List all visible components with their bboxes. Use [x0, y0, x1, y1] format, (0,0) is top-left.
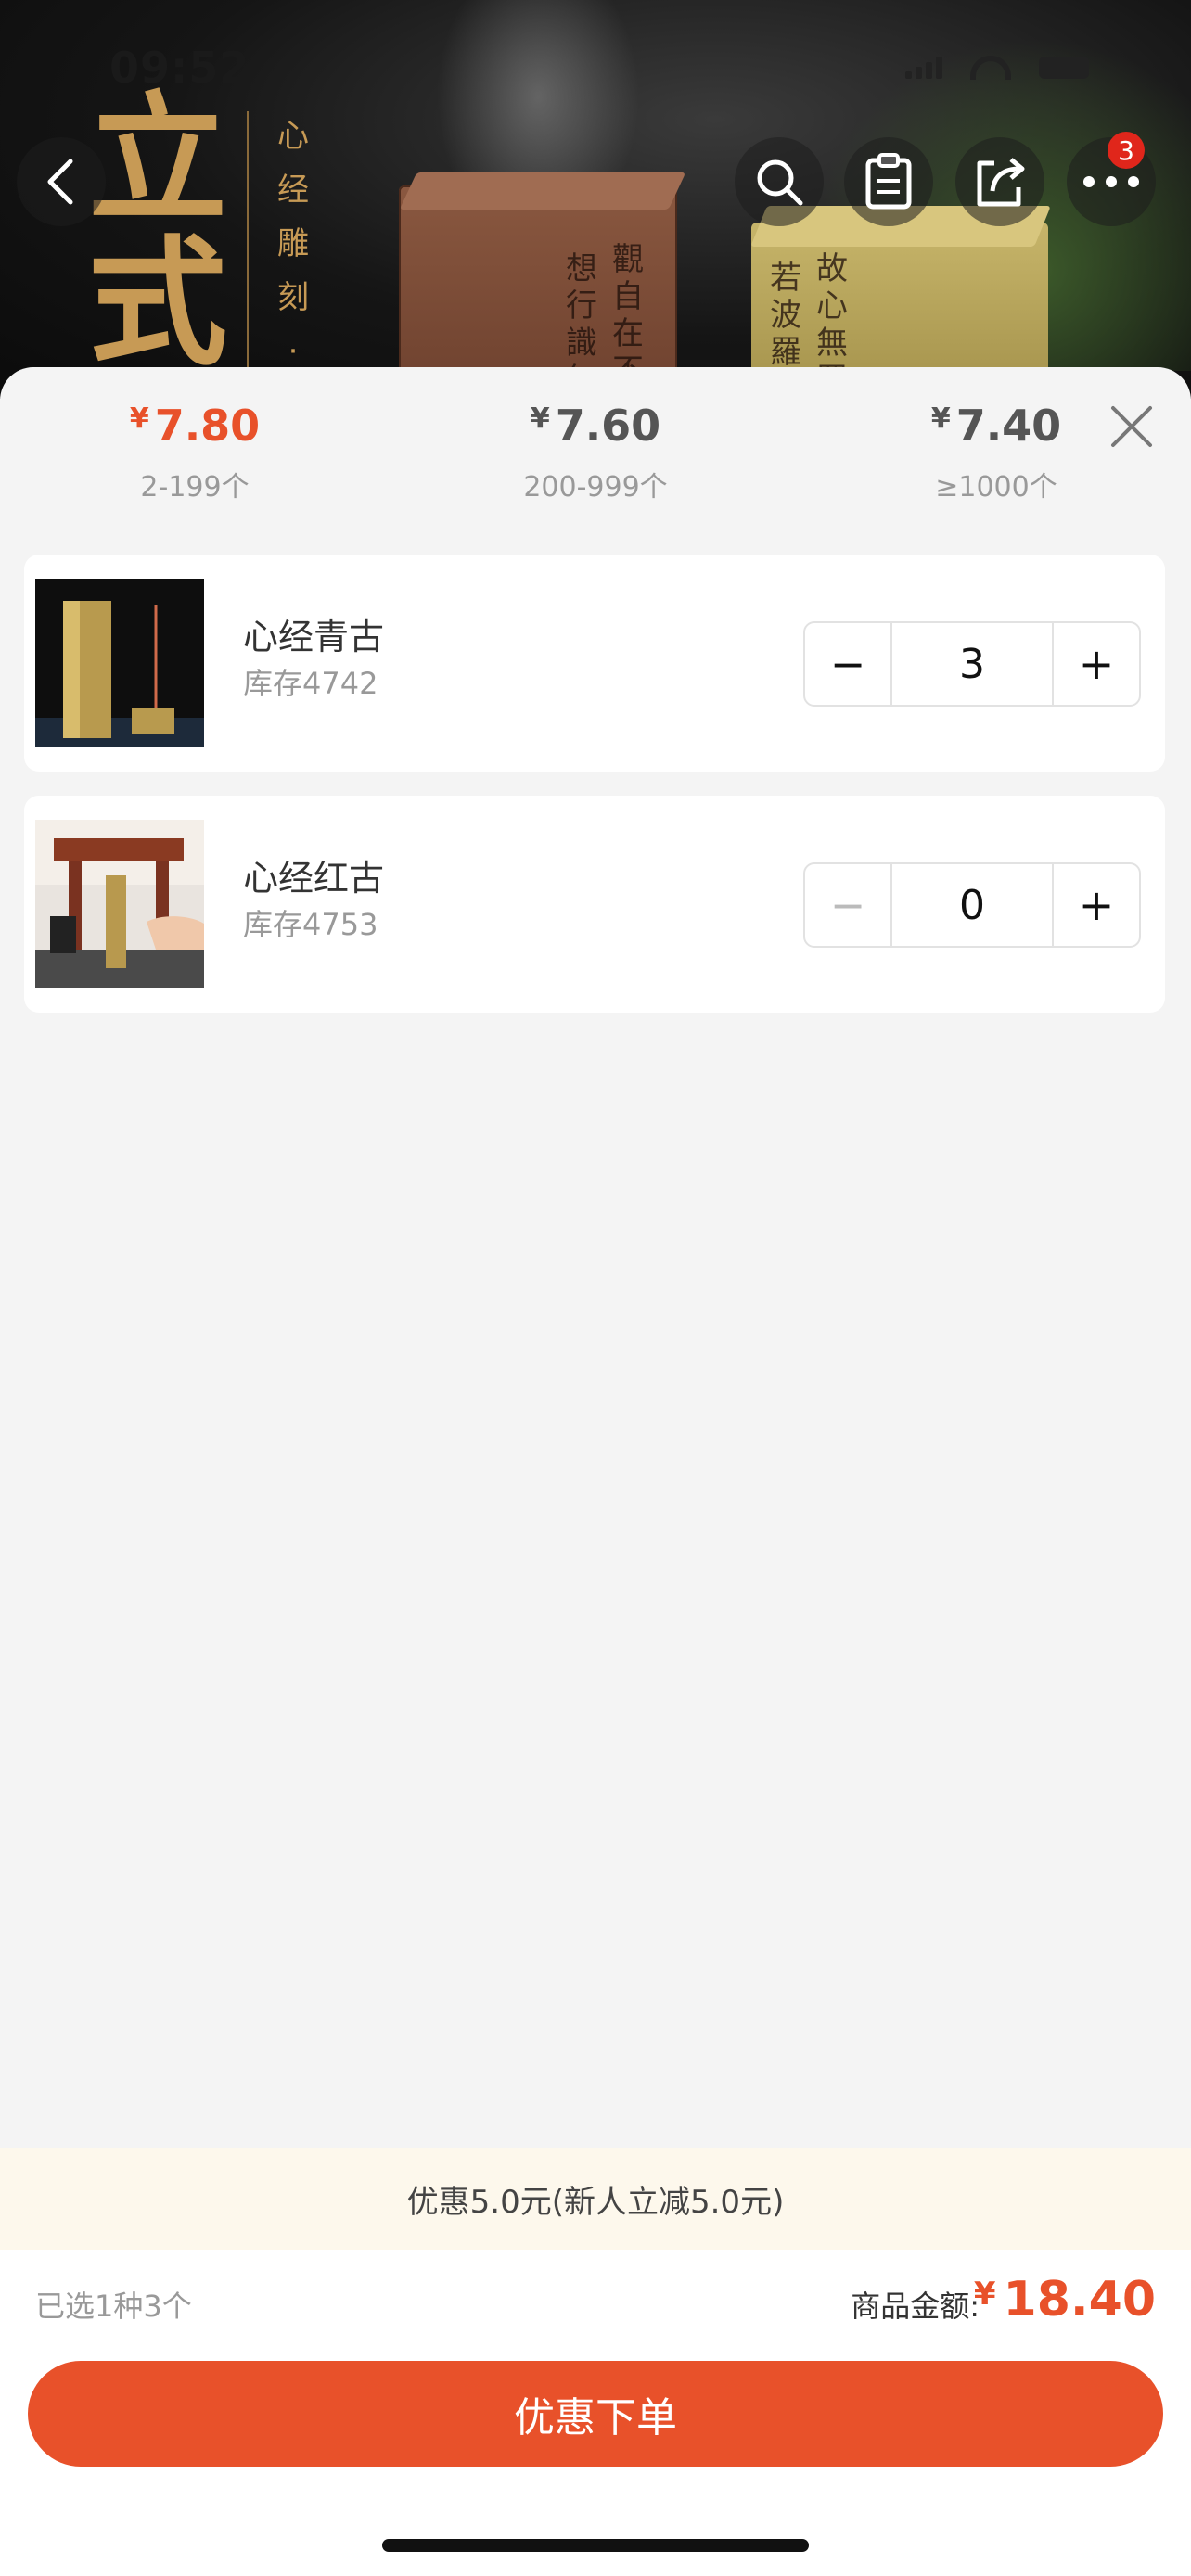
back-button[interactable] [17, 137, 106, 226]
quantity-input[interactable]: 3 [890, 623, 1054, 705]
increase-button[interactable]: + [1054, 864, 1139, 946]
clipboard-button[interactable] [844, 137, 933, 226]
share-button[interactable] [955, 137, 1044, 226]
product-card: 心经红古 库存4753 − 0 + [24, 796, 1165, 1013]
battery-icon [1039, 57, 1089, 79]
decrease-button[interactable]: − [805, 623, 890, 705]
sku-selector-sheet: ¥7.80 2-199个 ¥7.60 200-999个 ¥7.40 ≥1000个… [0, 367, 1191, 2576]
cart-badge: 3 [1108, 132, 1145, 169]
promo-banner: 优惠5.0元(新人立减5.0元) [0, 2148, 1191, 2250]
amount-label: 商品金额: [851, 2289, 980, 2324]
product-card: 心经青古 库存4742 − 3 + [24, 555, 1165, 772]
decrease-button[interactable]: − [805, 864, 890, 946]
hero-subtitle: 心经雕刻·闻香品 [277, 118, 309, 399]
tier-price: ¥7.80 [129, 401, 261, 451]
quantity-input[interactable]: 0 [890, 864, 1054, 946]
close-icon[interactable] [1106, 401, 1158, 453]
more-icon [1083, 176, 1139, 187]
tier-range: 2-199个 [140, 471, 250, 504]
price-tiers: ¥7.80 2-199个 ¥7.60 200-999个 ¥7.40 ≥1000个 [0, 367, 1191, 534]
tier-range: 200-999个 [523, 471, 668, 504]
product-stock: 库存4742 [243, 666, 378, 701]
selection-summary: 已选1种3个 [35, 2289, 192, 2324]
total-amount: ¥18.40 [973, 2272, 1156, 2327]
product-stock: 库存4753 [243, 907, 378, 942]
status-time: 09:52 [109, 43, 250, 93]
price-tier-1: ¥7.80 2-199个 [74, 401, 315, 504]
tier-price: ¥7.60 [530, 401, 661, 451]
hero-title: 立式 [87, 78, 227, 385]
status-icons [905, 56, 1089, 80]
tier-range: ≥1000个 [935, 471, 1057, 504]
clipboard-icon [865, 153, 912, 210]
place-order-button[interactable]: 优惠下单 [28, 2361, 1163, 2467]
quantity-stepper: − 3 + [803, 621, 1141, 707]
product-hero-image: 立式 心经雕刻·闻香品 觀自在不生不 想行識無眼耳 若波羅蜜多 故心無罣礙 09… [0, 0, 1191, 399]
product-name: 心经青古 [243, 617, 385, 657]
wifi-icon [970, 56, 1011, 80]
checkout-footer: 已选1种3个 商品金额: ¥18.40 优惠下单 [0, 2250, 1191, 2576]
more-button[interactable]: 3 [1067, 132, 1156, 226]
home-indicator[interactable] [382, 2539, 809, 2552]
share-icon [977, 158, 1025, 207]
price-tier-3: ¥7.40 ≥1000个 [876, 401, 1117, 504]
hero-divider [247, 111, 249, 380]
product-thumbnail[interactable] [35, 579, 204, 747]
tier-price: ¥7.40 [930, 401, 1062, 451]
signal-icon [905, 57, 942, 79]
quantity-stepper: − 0 + [803, 862, 1141, 948]
increase-button[interactable]: + [1054, 623, 1139, 705]
product-thumbnail[interactable] [35, 820, 204, 988]
chevron-left-icon [47, 159, 73, 205]
search-button[interactable] [735, 137, 824, 226]
search-icon [757, 159, 803, 206]
product-name: 心经红古 [243, 858, 385, 899]
price-tier-2: ¥7.60 200-999个 [475, 401, 716, 504]
